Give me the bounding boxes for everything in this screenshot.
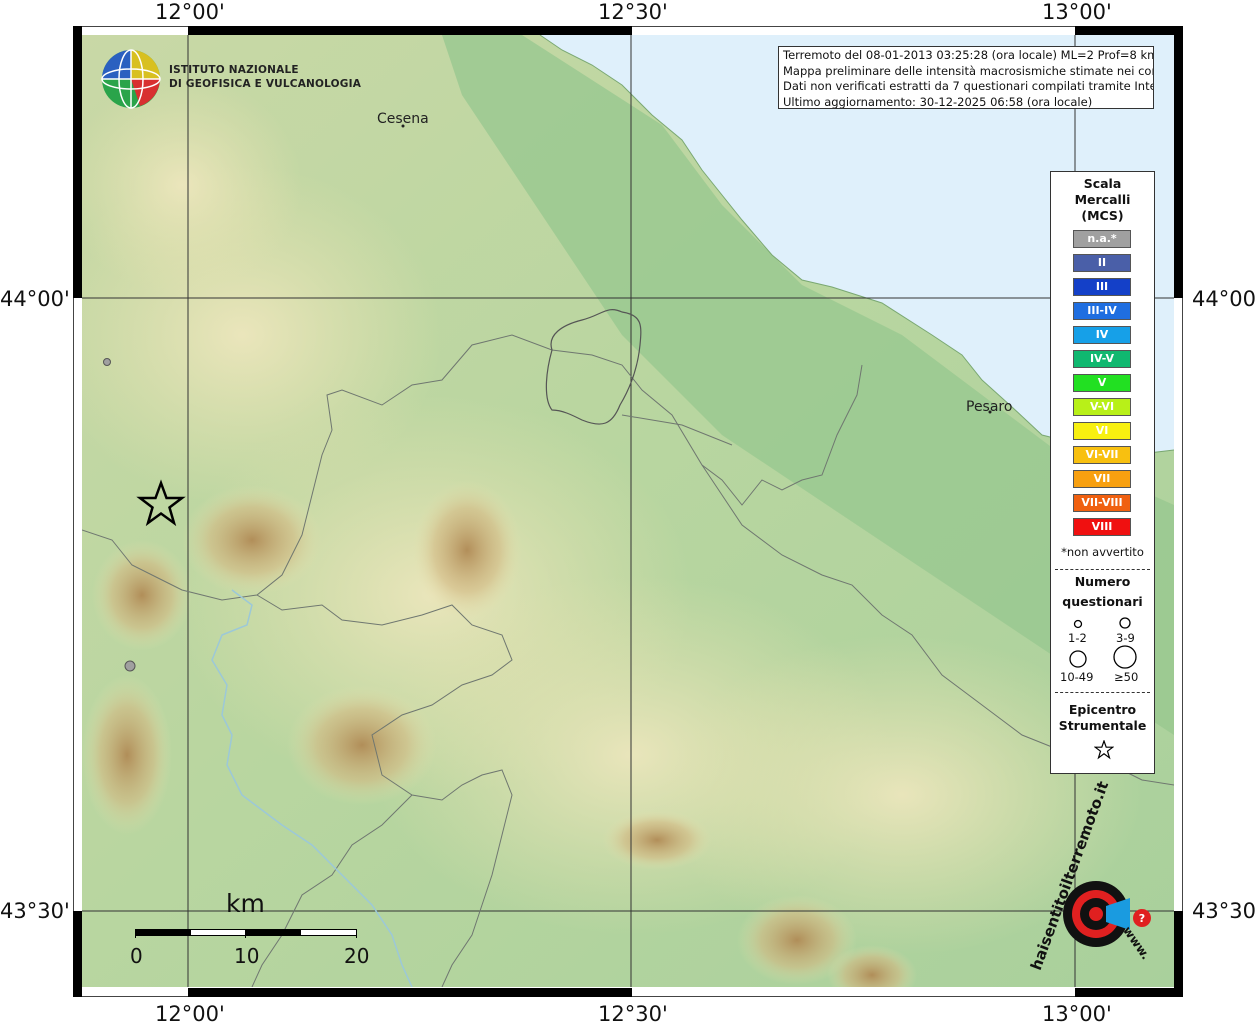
ingv-globe-icon <box>100 48 162 110</box>
legend-item: II <box>1073 254 1131 272</box>
report-marker <box>103 358 111 366</box>
count-label: ≥50 <box>1114 670 1139 684</box>
event-info-line: Ultimo aggiornamento: 30-12-2025 06:58 (… <box>783 94 1093 109</box>
intensity-legend: Scala Mercalli (MCS) n.a.* II III III-IV IV I… <box>1050 171 1155 774</box>
ingv-name-line2: DI GEOFISICA E VULCANOLOGIA <box>169 78 362 90</box>
lat-label-left: 44°00' <box>0 287 70 311</box>
epicenter-star-icon <box>1094 740 1114 760</box>
lon-label-top: 13°00' <box>1042 0 1112 24</box>
legend-title: Scala <box>1083 176 1122 191</box>
lat-label-left: 43°30' <box>0 899 70 923</box>
scale-bar <box>135 929 357 938</box>
count-label: 3-9 <box>1116 631 1135 645</box>
legend-item: III <box>1073 278 1131 296</box>
svg-text:?: ? <box>1139 912 1145 925</box>
frame-left <box>73 26 82 997</box>
legend-item: IV-V <box>1073 350 1131 368</box>
scale-label: 10 <box>234 944 260 968</box>
legend-item: VI-VII <box>1073 446 1131 464</box>
legend-item: VII <box>1073 470 1131 488</box>
scale-label: 20 <box>344 944 370 968</box>
not-felt-note: *non avvertito <box>1061 545 1144 559</box>
scale-unit: km <box>226 889 265 918</box>
ingv-name-line1: ISTITUTO NAZIONALE <box>169 64 299 76</box>
frame-right <box>1174 26 1183 997</box>
event-info-box: Terremoto del 08-01-2013 03:25:28 (ora l… <box>778 46 1154 109</box>
legend-item: n.a.* <box>1073 230 1131 248</box>
legend-item: III-IV <box>1073 302 1131 320</box>
count-circles <box>1069 617 1137 669</box>
lat-label-right: 43°30' <box>1192 899 1255 923</box>
legend-separator <box>1055 569 1150 570</box>
lon-label-bottom: 12°30' <box>598 1002 668 1026</box>
epicenter-title: Strumentale <box>1058 718 1147 733</box>
legend-item: IV <box>1073 326 1131 344</box>
legend-item: VIII <box>1073 518 1131 536</box>
city-label-pesaro: Pesaro <box>966 399 1013 415</box>
count-title: Numero <box>1074 574 1131 589</box>
map-area[interactable] <box>82 35 1174 987</box>
legend-title: (MCS) <box>1081 208 1124 223</box>
count-label: 10-49 <box>1060 670 1094 684</box>
legend-separator <box>1055 692 1150 693</box>
city-label-cesena: Cesena <box>377 111 429 127</box>
frame-bottom <box>73 988 1183 997</box>
lon-label-bottom: 12°00' <box>155 1002 225 1026</box>
event-info-line: Mappa preliminare delle intensità macros… <box>783 63 1154 78</box>
lat-label-right: 44°00' <box>1192 287 1255 311</box>
legend-title: Mercalli <box>1074 192 1131 207</box>
legend-item: VI <box>1073 422 1131 440</box>
event-info-line: Dati non verificati estratti da 7 questi… <box>783 79 1154 93</box>
count-title: questionari <box>1062 594 1143 609</box>
hsit-logo[interactable]: ? haisentitoilterremoto.it www. <box>1027 779 1160 980</box>
legend-item: VII-VIII <box>1073 494 1131 512</box>
event-info-line: Terremoto del 08-01-2013 03:25:28 (ora l… <box>783 48 1154 62</box>
epicenter-title: Epicentro <box>1068 702 1137 717</box>
legend-item: V <box>1073 374 1131 392</box>
lon-label-top: 12°00' <box>155 0 225 24</box>
frame-top <box>73 26 1183 35</box>
report-marker <box>124 660 136 672</box>
legend-item: V-VI <box>1073 398 1131 416</box>
lon-label-bottom: 13°00' <box>1042 1002 1112 1026</box>
count-label: 1-2 <box>1068 631 1087 645</box>
scale-label: 0 <box>130 944 143 968</box>
lon-label-top: 12°30' <box>598 0 668 24</box>
terrain-map <box>82 35 1174 987</box>
